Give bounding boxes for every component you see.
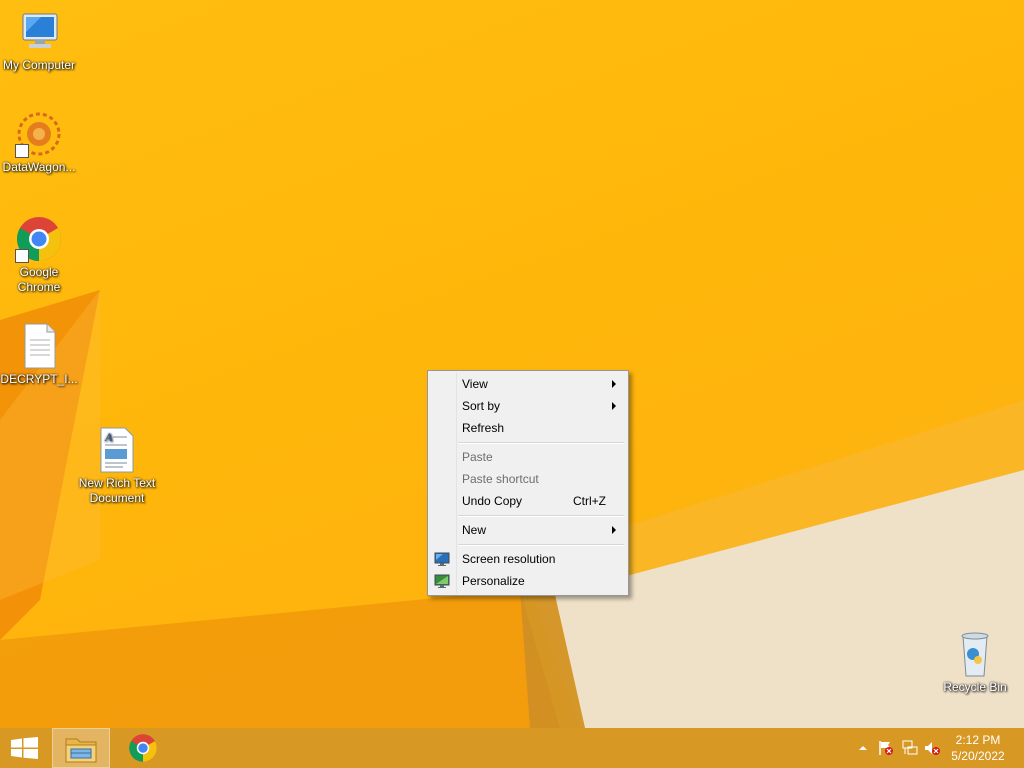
desktop-icon-datawagon[interactable]: DataWagon...	[0, 110, 78, 175]
menu-separator	[458, 442, 624, 444]
desktop-icon-google-chrome[interactable]: Google Chrome	[0, 215, 78, 295]
menu-separator	[458, 544, 624, 546]
network-icon[interactable]	[902, 740, 918, 759]
submenu-arrow-icon	[612, 526, 616, 534]
chrome-icon	[128, 733, 158, 766]
desktop-icon-label: DECRYPT_I...	[0, 372, 78, 386]
menu-item-personalize[interactable]: Personalize	[430, 570, 626, 592]
taskbar-google-chrome[interactable]	[114, 728, 172, 768]
chrome-icon	[15, 215, 63, 263]
windows-logo-icon	[11, 737, 38, 762]
desktop-icon-label: DataWagon...	[2, 160, 76, 174]
text-file-icon	[15, 322, 63, 370]
taskbar-file-explorer[interactable]	[52, 728, 110, 768]
menu-item-view[interactable]: View	[430, 373, 626, 395]
desktop-icon-new-rich-text-document[interactable]: A New Rich Text Document	[78, 426, 156, 506]
my-computer-icon	[15, 8, 63, 56]
shortcut-arrow-icon	[15, 249, 29, 263]
desktop-icon-my-computer[interactable]: My Computer	[0, 8, 78, 73]
clock-time: 2:12 PM	[955, 733, 1001, 747]
clock-date: 5/20/2022	[951, 749, 1005, 763]
menu-item-sort-by[interactable]: Sort by	[430, 395, 626, 417]
desktop-icon-label: Recycle Bin	[943, 680, 1007, 694]
system-tray: 2:12 PM 5/20/2022	[844, 728, 1024, 768]
show-hidden-icons-icon[interactable]	[858, 742, 868, 756]
menu-item-undo-copy[interactable]: Undo Copy Ctrl+Z	[430, 490, 626, 512]
desktop-context-menu: View Sort by Refresh Paste Paste shortcu…	[427, 370, 629, 596]
datawagon-icon	[15, 110, 63, 158]
recycle-bin-icon	[951, 630, 999, 678]
menu-item-screen-resolution[interactable]: Screen resolution	[430, 548, 626, 570]
menu-item-new[interactable]: New	[430, 519, 626, 541]
menu-separator	[458, 515, 624, 517]
menu-item-refresh[interactable]: Refresh	[430, 417, 626, 439]
wallpaper-shapes	[0, 290, 1024, 728]
display-settings-icon	[434, 551, 450, 567]
rich-text-document-icon: A	[93, 426, 141, 474]
desktop-icon-label: New Rich Text Document	[78, 476, 156, 505]
submenu-arrow-icon	[612, 380, 616, 388]
desktop[interactable]: My Computer DataWagon... Google Chrome D…	[0, 0, 1024, 728]
action-center-flag-icon[interactable]	[878, 740, 894, 759]
menu-shortcut-key: Ctrl+Z	[573, 494, 606, 508]
submenu-arrow-icon	[612, 402, 616, 410]
menu-item-paste-shortcut[interactable]: Paste shortcut	[430, 468, 626, 490]
taskbar-clock[interactable]: 2:12 PM 5/20/2022	[938, 732, 1018, 764]
desktop-icon-label: Google Chrome	[17, 265, 61, 294]
personalize-icon	[434, 573, 450, 589]
svg-text:A: A	[104, 430, 113, 444]
taskbar: 2:12 PM 5/20/2022	[0, 728, 1024, 768]
start-button[interactable]	[0, 728, 48, 768]
desktop-icon-label: My Computer	[2, 58, 76, 72]
shortcut-arrow-icon	[15, 144, 29, 158]
desktop-icon-recycle-bin[interactable]: Recycle Bin	[936, 630, 1014, 695]
file-explorer-icon	[65, 735, 97, 766]
desktop-icon-decrypt-file[interactable]: DECRYPT_I...	[0, 322, 78, 387]
menu-item-paste[interactable]: Paste	[430, 446, 626, 468]
